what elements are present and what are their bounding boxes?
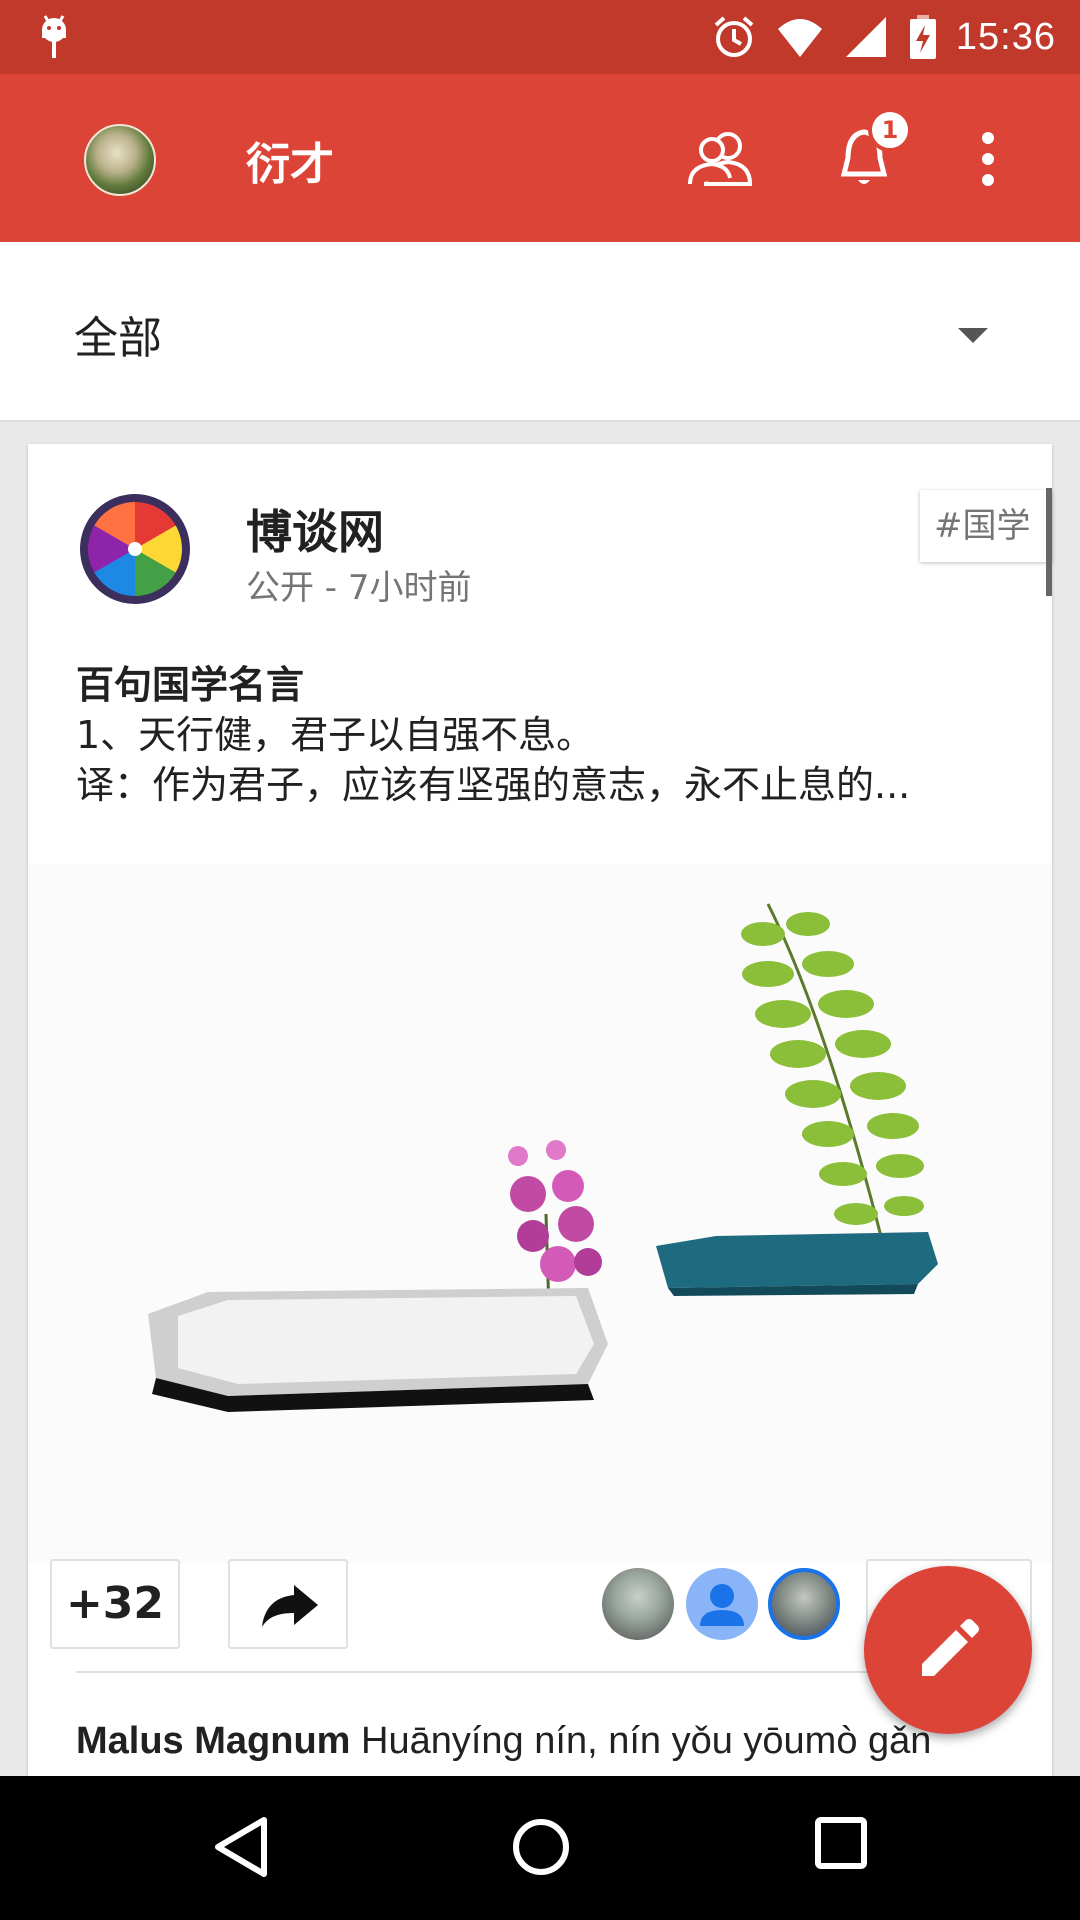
more-vert-icon[interactable] (976, 130, 1000, 188)
notification-badge: 1 (868, 108, 912, 152)
app-title: 衍才 (246, 139, 334, 190)
people-icon[interactable] (688, 130, 752, 186)
filter-selected-label: 全部 (74, 313, 162, 364)
post-image[interactable] (28, 864, 1052, 1564)
account-avatar[interactable] (84, 124, 156, 196)
plusoner-avatar[interactable] (768, 1568, 840, 1640)
post-author[interactable]: 博谈网 (246, 496, 384, 562)
chevron-down-icon (958, 328, 988, 343)
hashtag-chip[interactable]: #国学 (920, 490, 1052, 562)
recents-icon[interactable] (814, 1816, 868, 1870)
comment-text: Huānyíng nín, nín yǒu yōumò gǎn (350, 1720, 932, 1762)
post-title: 百句国学名言 (76, 663, 305, 707)
battery-charging-icon (909, 15, 936, 59)
post-meta: 公开 - 7小时前 (246, 568, 472, 608)
compose-fab[interactable] (864, 1566, 1032, 1734)
author-avatar[interactable] (80, 494, 190, 604)
plusoner-avatar[interactable] (602, 1568, 674, 1640)
app-bar: 衍才 1 (0, 74, 1080, 242)
clock-time: 15:36 (955, 15, 1056, 58)
comment-author[interactable]: Malus Magnum (76, 1720, 350, 1762)
plus-one-button[interactable]: +32 (50, 1559, 180, 1649)
comment-preview[interactable]: Malus Magnum Huānyíng nín, nín yǒu yōumò… (76, 1720, 931, 1763)
share-button[interactable] (228, 1559, 348, 1649)
person-icon (700, 1584, 744, 1626)
system-nav-bar (0, 1776, 1080, 1920)
share-arrow-icon (262, 1585, 318, 1627)
wifi-icon (777, 19, 822, 57)
post-body-line: 译：作为君子，应该有坚强的意志，永不止息的... (76, 763, 911, 807)
scroll-indicator (1046, 488, 1052, 596)
alarm-icon (714, 16, 754, 57)
signal-icon (845, 17, 886, 57)
stream-filter-dropdown[interactable]: 全部 (0, 242, 1080, 422)
post-body-line: 1、天行健，君子以自强不息。 (76, 713, 595, 757)
plusoner-avatar[interactable] (686, 1568, 758, 1640)
pencil-icon (922, 1619, 979, 1676)
status-bar: 15:36 (0, 0, 1080, 74)
back-icon[interactable] (212, 1816, 270, 1878)
android-debug-icon (42, 15, 66, 58)
home-icon[interactable] (510, 1816, 572, 1878)
